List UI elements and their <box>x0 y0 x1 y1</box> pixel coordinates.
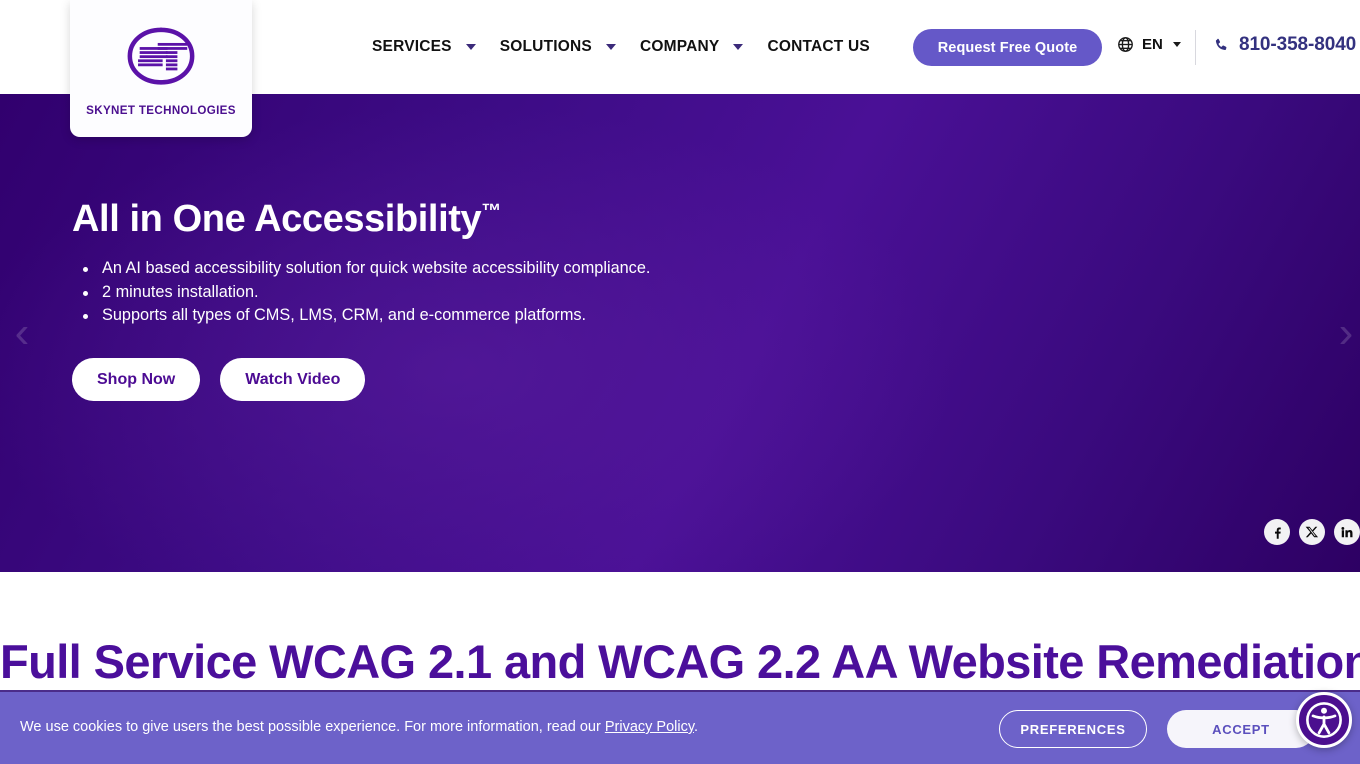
chevron-down-icon <box>733 44 744 50</box>
cookie-actions: PREFERENCES ACCEPT <box>999 710 1315 748</box>
chevron-down-icon <box>465 44 476 50</box>
request-free-quote-button[interactable]: Request Free Quote <box>913 29 1102 66</box>
nav-label: SOLUTIONS <box>499 38 592 56</box>
cookie-message-prefix: We use cookies to give users the best po… <box>20 719 605 735</box>
hero-actions: Shop Now Watch Video <box>72 358 672 402</box>
nav-item-services[interactable]: SERVICES <box>360 24 488 70</box>
hero-title-text: All in One Accessibility <box>72 198 482 240</box>
preferences-button[interactable]: PREFERENCES <box>999 710 1147 748</box>
accessibility-person-icon <box>1303 699 1345 741</box>
social-links <box>1264 519 1360 545</box>
page-title: Full Service WCAG 2.1 and WCAG 2.2 AA We… <box>0 635 1360 688</box>
shop-now-button[interactable]: Shop Now <box>72 358 201 402</box>
watch-video-button[interactable]: Watch Video <box>220 358 366 402</box>
page-root: SERVICES SOLUTIONS COMPANY CONTACT US Re… <box>0 0 1360 764</box>
list-item: 2 minutes installation. <box>72 281 672 305</box>
phone-number: 810-358-8040 <box>1239 34 1357 55</box>
phone-link[interactable]: 810-358-8040 <box>1213 34 1356 56</box>
list-item: Supports all types of CMS, LMS, CRM, and… <box>72 304 672 328</box>
cookie-message-suffix: . <box>694 719 699 735</box>
hero-carousel: ‹ › All in One Accessibility™ An AI base… <box>0 94 1360 572</box>
nav-label: CONTACT US <box>767 38 870 56</box>
skynet-logo-icon <box>120 20 202 104</box>
hero-feature-list: An AI based accessibility solution for q… <box>72 257 672 329</box>
logo-wordmark: SKYNET TECHNOLOGIES <box>86 104 236 117</box>
main-navigation: SERVICES SOLUTIONS COMPANY CONTACT US <box>360 24 882 70</box>
linkedin-icon[interactable] <box>1334 519 1360 545</box>
language-label: EN <box>1142 36 1163 53</box>
nav-item-solutions[interactable]: SOLUTIONS <box>488 24 628 70</box>
carousel-prev-icon[interactable]: ‹ <box>2 310 42 356</box>
carousel-next-icon[interactable]: › <box>1326 310 1360 356</box>
accept-button[interactable]: ACCEPT <box>1167 710 1315 748</box>
privacy-policy-link[interactable]: Privacy Policy <box>605 719 694 735</box>
facebook-icon[interactable] <box>1264 519 1290 545</box>
nav-item-company[interactable]: COMPANY <box>628 24 755 70</box>
globe-icon <box>1117 36 1134 53</box>
hero-content: All in One Accessibility™ An AI based ac… <box>72 198 672 402</box>
cookie-message: We use cookies to give users the best po… <box>20 718 698 737</box>
chevron-down-icon <box>605 44 616 50</box>
list-item: An AI based accessibility solution for q… <box>72 257 672 281</box>
accessibility-widget-button[interactable] <box>1296 692 1352 748</box>
chevron-down-icon <box>1172 42 1181 47</box>
x-twitter-icon[interactable] <box>1299 519 1325 545</box>
phone-icon <box>1213 37 1230 54</box>
language-selector[interactable]: EN <box>1117 36 1181 53</box>
nav-label: SERVICES <box>372 38 452 56</box>
trademark-symbol: ™ <box>481 200 501 223</box>
hero-title: All in One Accessibility™ <box>72 198 672 241</box>
site-logo[interactable]: SKYNET TECHNOLOGIES <box>70 0 252 137</box>
cookie-consent-banner: We use cookies to give users the best po… <box>0 690 1360 764</box>
header-divider <box>1195 30 1196 65</box>
nav-label: COMPANY <box>639 38 720 56</box>
nav-item-contact-us[interactable]: CONTACT US <box>755 24 881 70</box>
